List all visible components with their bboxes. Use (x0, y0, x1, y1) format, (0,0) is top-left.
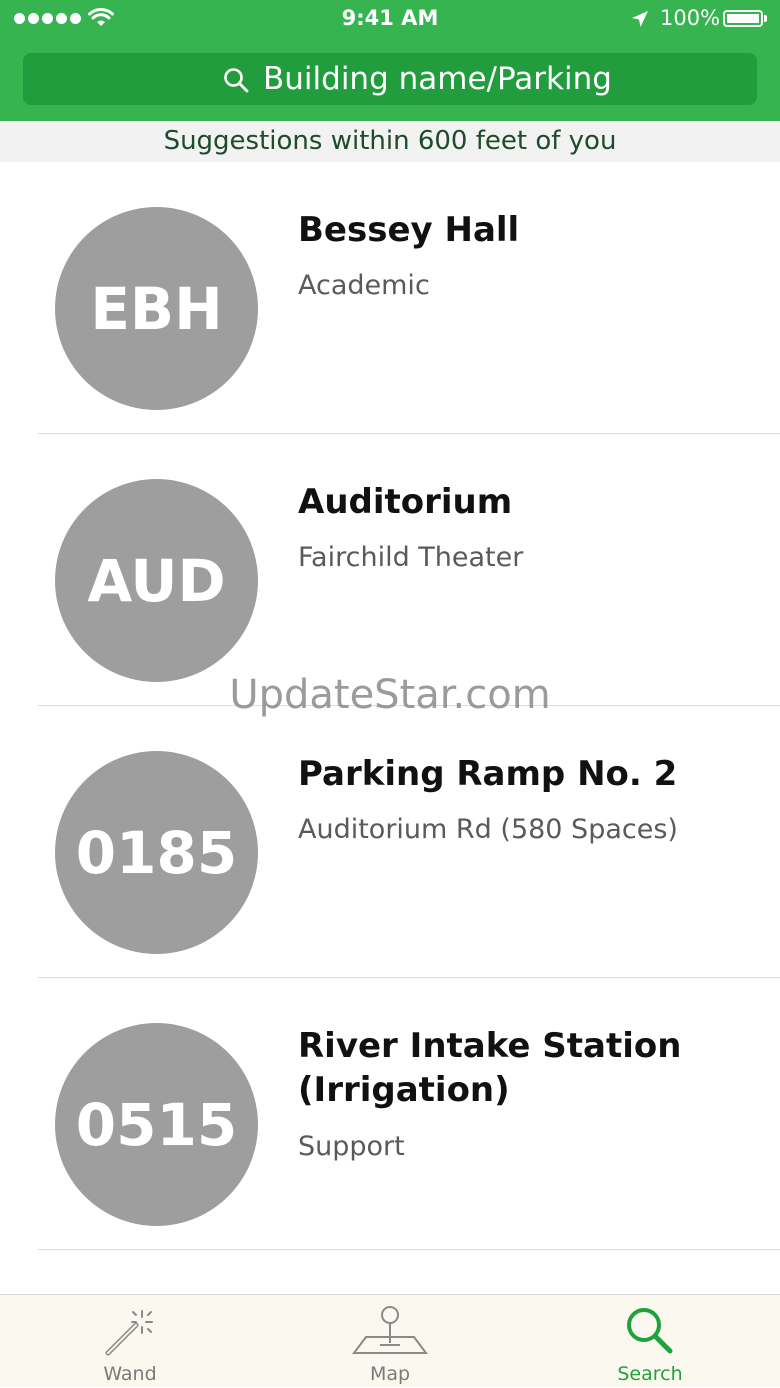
tab-label: Search (617, 1363, 683, 1385)
building-name: River Intake Station (Irrigation) (298, 1026, 682, 1110)
list-item[interactable]: 0185 Parking Ramp No. 2 Auditorium Rd (5… (0, 706, 780, 978)
building-name: Bessey Hall (298, 210, 520, 250)
list-item[interactable]: AUD Auditorium Fairchild Theater (0, 434, 780, 706)
building-code-badge: 0185 (55, 751, 258, 954)
search-icon (627, 1308, 673, 1354)
search-field[interactable]: Building name/Parking (23, 53, 757, 105)
building-detail: Support (298, 1131, 405, 1162)
building-code-badge: EBH (55, 207, 258, 410)
row-divider (38, 1249, 780, 1250)
status-bar: 9:41 AM 100% (0, 0, 780, 40)
tab-label: Wand (103, 1363, 157, 1385)
building-detail: Auditorium Rd (580 Spaces) (298, 814, 678, 845)
watermark: UpdateStar.com (229, 672, 551, 718)
battery-percentage: 100% (660, 6, 721, 30)
search-placeholder: Building name/Parking (263, 61, 612, 97)
building-detail: Academic (298, 270, 430, 301)
battery-tip (764, 15, 767, 22)
location-arrow-icon (632, 11, 648, 27)
map-pin-icon (352, 1306, 428, 1354)
app-header: 9:41 AM 100% Building name/Parking (0, 0, 780, 121)
building-name: Parking Ramp No. 2 (298, 754, 678, 794)
list-item[interactable]: 0515 River Intake Station (Irrigation) S… (0, 978, 780, 1250)
building-name: Auditorium (298, 482, 513, 522)
building-code-badge: 0515 (55, 1023, 258, 1226)
search-icon (224, 68, 249, 93)
building-detail: Fairchild Theater (298, 542, 524, 573)
tab-label: Map (369, 1363, 411, 1385)
list-item[interactable]: EBH Bessey Hall Academic (0, 162, 780, 434)
tab-map[interactable]: Map (260, 1295, 520, 1388)
tab-search[interactable]: Search (520, 1295, 780, 1388)
suggestions-banner: Suggestions within 600 feet of you (0, 121, 780, 162)
wand-icon (105, 1310, 153, 1356)
battery-icon (723, 10, 763, 27)
tab-wand[interactable]: Wand (0, 1295, 260, 1388)
building-code-badge: AUD (55, 479, 258, 682)
tab-bar: Wand Map Search (0, 1294, 780, 1387)
